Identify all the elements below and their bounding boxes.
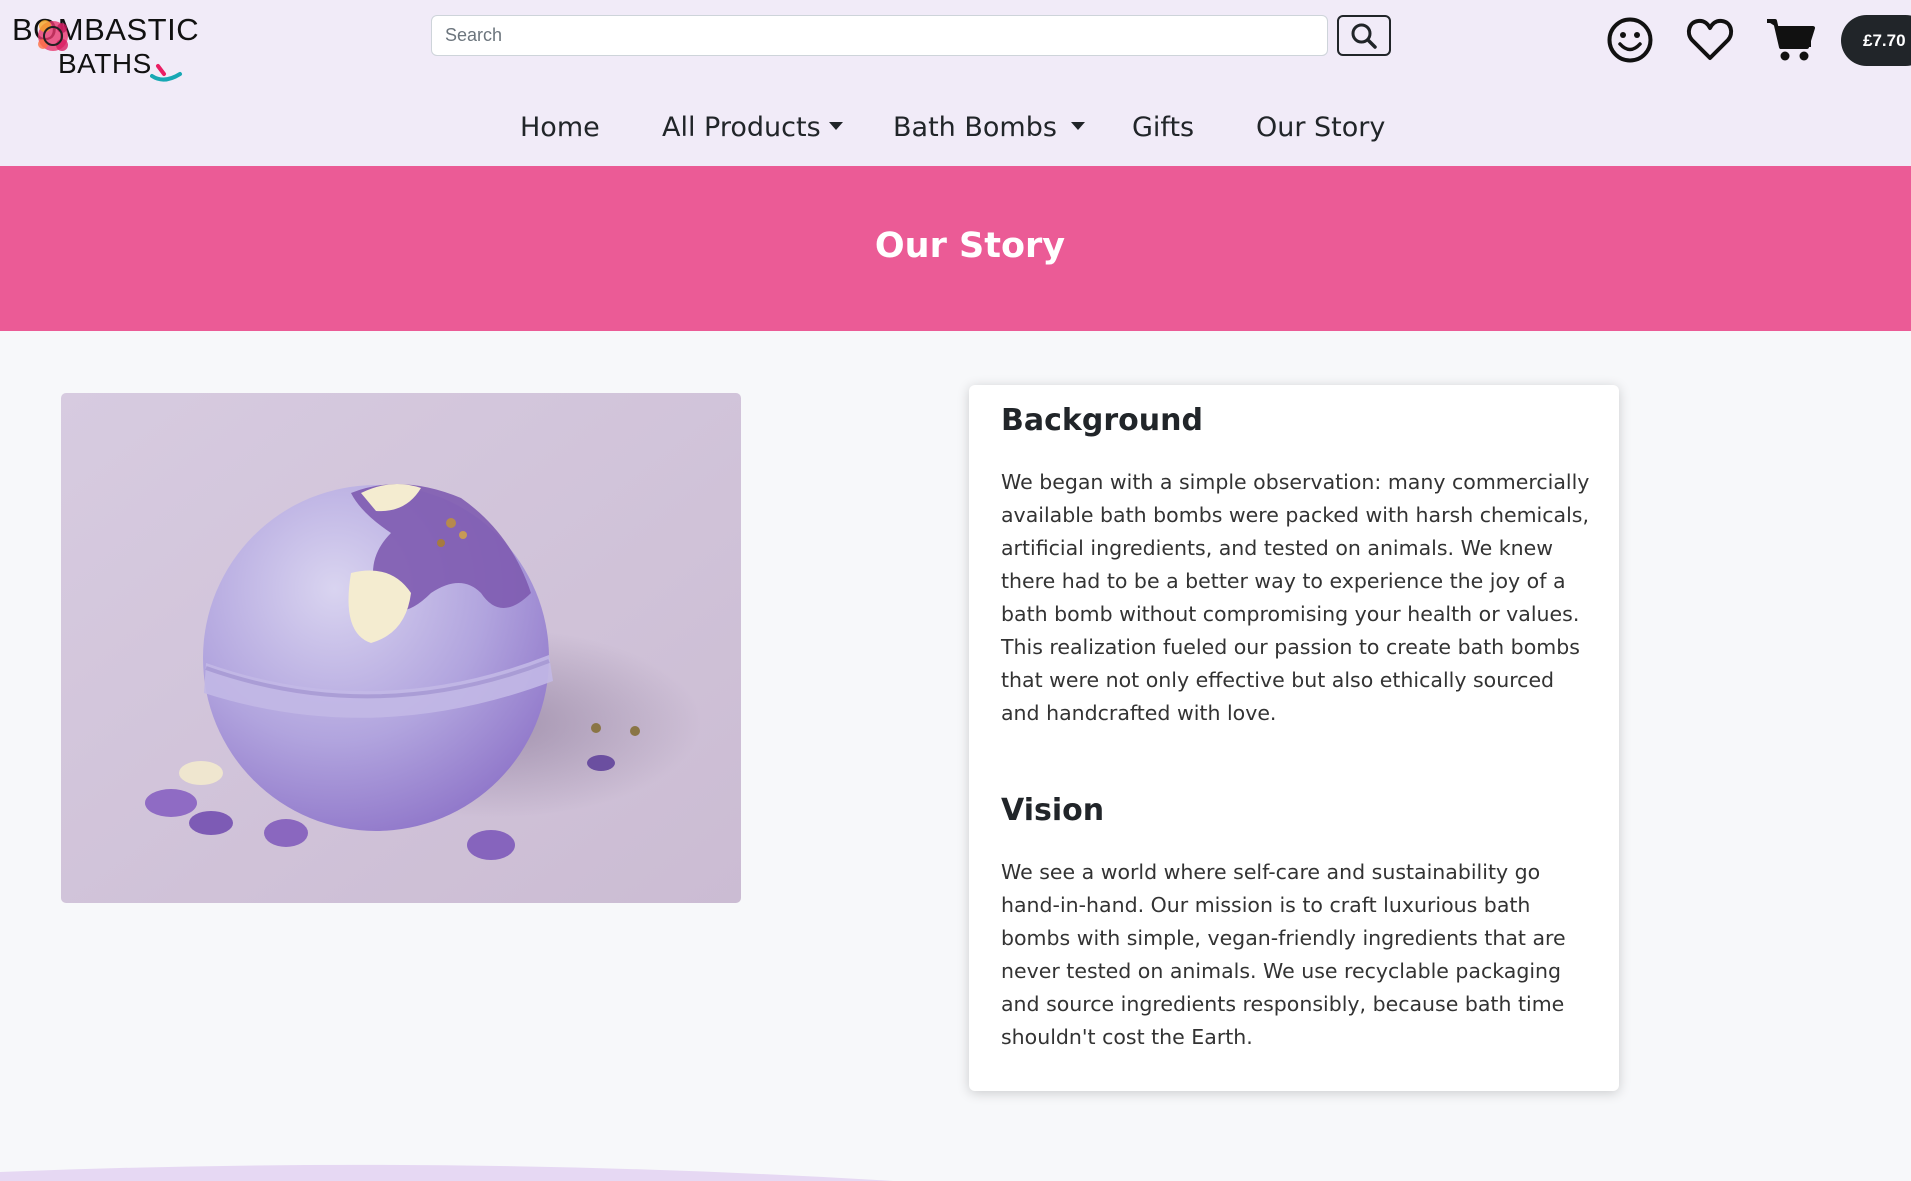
vision-heading: Vision bbox=[1001, 793, 1105, 828]
story-card: Background We began with a simple observ… bbox=[969, 385, 1619, 1091]
caret-down-icon bbox=[828, 121, 843, 130]
nav-home[interactable]: Home bbox=[520, 108, 600, 148]
nav-our-story[interactable]: Our Story bbox=[1256, 108, 1385, 148]
nav-all-products-label: All Products bbox=[662, 112, 821, 143]
nav-gifts[interactable]: Gifts bbox=[1132, 108, 1194, 148]
account-button[interactable] bbox=[1600, 12, 1660, 68]
background-text: We began with a simple observation: many… bbox=[1001, 470, 1590, 725]
page-title: Our Story bbox=[874, 226, 1066, 266]
splash-icon bbox=[38, 20, 68, 51]
heart-icon bbox=[1686, 18, 1734, 60]
vision-text: We see a world where self-care and susta… bbox=[1001, 860, 1566, 1049]
search-input[interactable] bbox=[431, 15, 1328, 56]
cart-icon bbox=[1767, 19, 1815, 61]
background-heading: Background bbox=[1001, 403, 1203, 438]
brand-logo[interactable]: BOMBASTIC BATHS bbox=[12, 10, 202, 82]
swoosh-icon bbox=[150, 64, 182, 82]
nav-bath-bombs[interactable]: Bath Bombs bbox=[893, 108, 1085, 148]
nav-bath-bombs-label: Bath Bombs bbox=[893, 112, 1057, 143]
bath-bomb-photo bbox=[61, 393, 741, 903]
cart-total-badge[interactable]: £7.70 bbox=[1841, 15, 1911, 66]
smile-icon bbox=[1607, 17, 1653, 63]
cart-button[interactable] bbox=[1761, 12, 1821, 68]
nav-all-products[interactable]: All Products bbox=[662, 108, 843, 148]
search-button[interactable] bbox=[1337, 15, 1391, 56]
search-icon bbox=[1351, 23, 1377, 49]
wishlist-button[interactable] bbox=[1680, 12, 1740, 68]
caret-down-icon bbox=[1070, 121, 1085, 130]
footer-wave bbox=[0, 1164, 894, 1181]
